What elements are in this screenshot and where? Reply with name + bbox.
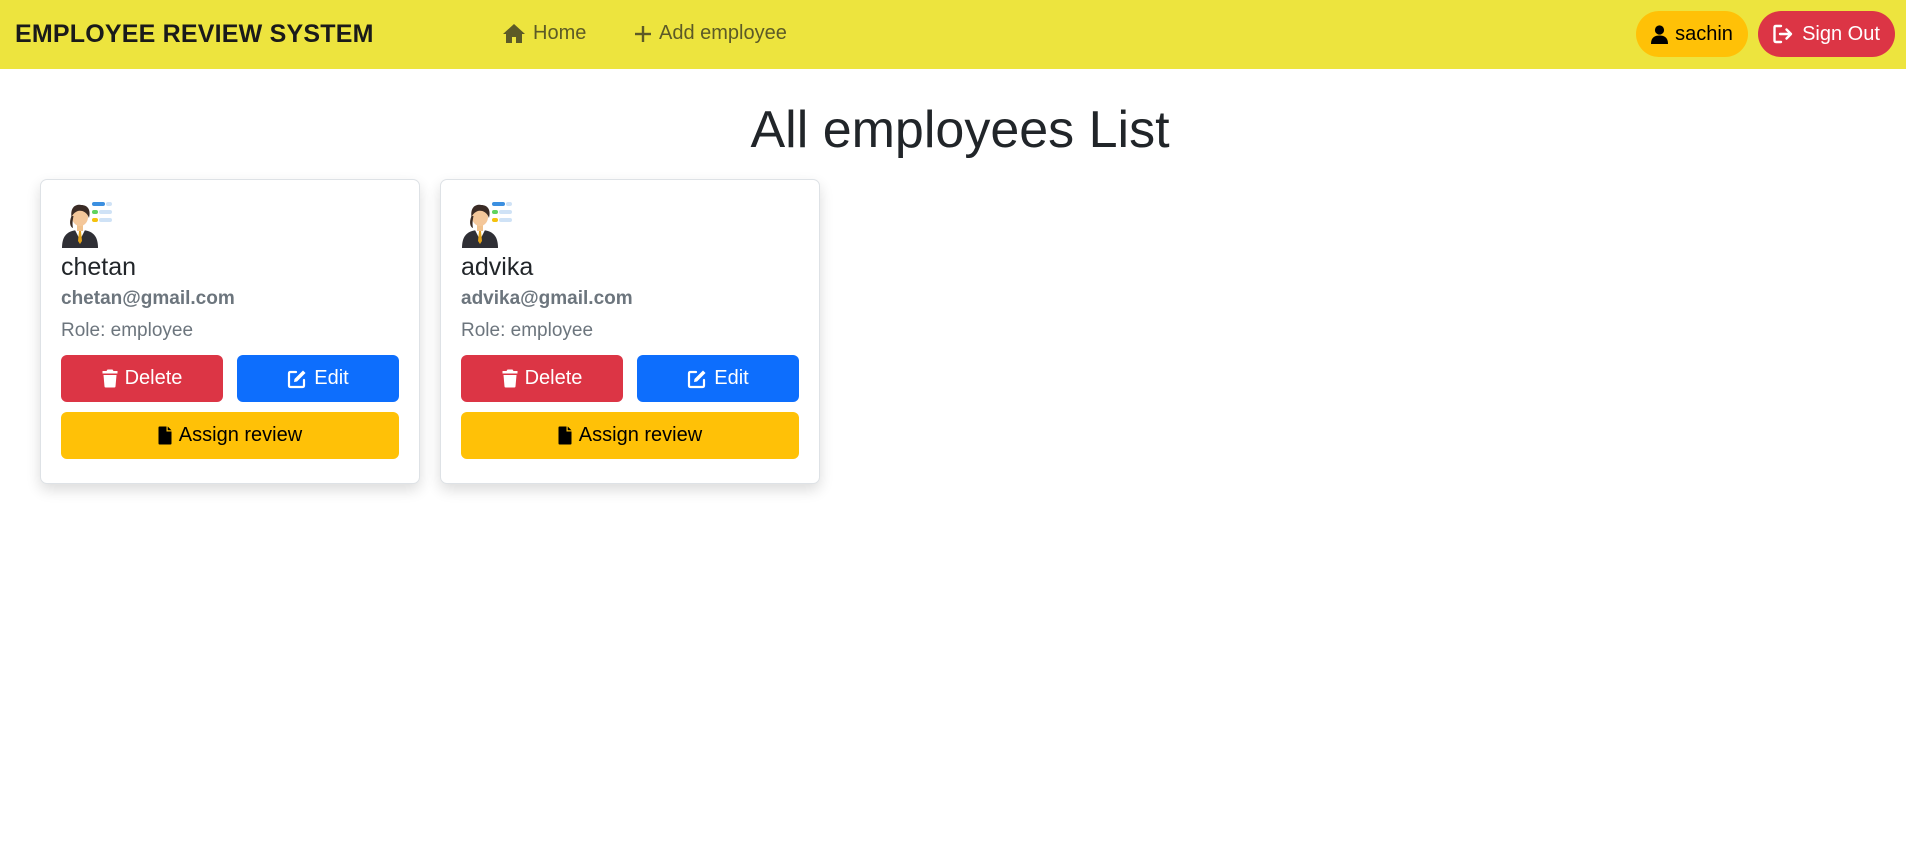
file-icon: [158, 426, 172, 445]
nav-add-employee-link[interactable]: Add employee: [634, 22, 787, 45]
employee-email: advika@gmail.com: [461, 288, 633, 309]
employee-name: chetan: [61, 253, 137, 281]
nav-home-label: Home: [533, 22, 587, 44]
employee-name: advika: [461, 253, 534, 281]
delete-button[interactable]: Delete: [61, 355, 223, 402]
trash-icon: [502, 369, 518, 388]
assign-review-label: Assign review: [178, 424, 303, 446]
user-name-label: sachin: [1675, 22, 1733, 45]
user-button[interactable]: sachin: [1636, 11, 1748, 57]
employee-card: chetan chetan@gmail.com Role: employee D…: [40, 179, 420, 484]
nav-add-employee-label: Add employee: [659, 22, 787, 44]
assign-review-label: Assign review: [578, 424, 703, 446]
edit-button[interactable]: Edit: [637, 355, 799, 402]
employee-card: advika advika@gmail.com Role: employee D…: [440, 179, 820, 484]
nav-home-link[interactable]: Home: [502, 22, 586, 45]
sign-out-button[interactable]: Sign Out: [1758, 11, 1895, 57]
edit-icon: [288, 370, 306, 388]
employee-avatar-icon: [62, 202, 112, 248]
assign-review-button[interactable]: Assign review: [461, 412, 799, 459]
plus-icon: [635, 25, 651, 42]
edit-button[interactable]: Edit: [237, 355, 399, 402]
home-icon: [503, 24, 525, 43]
edit-icon: [688, 370, 706, 388]
user-icon: [1651, 24, 1669, 44]
edit-label: Edit: [714, 367, 749, 389]
delete-label: Delete: [124, 367, 183, 389]
sign-out-label: Sign Out: [1802, 22, 1880, 45]
edit-label: Edit: [314, 367, 349, 389]
page-title: All employees List: [750, 101, 1170, 159]
employee-avatar-icon: [462, 202, 512, 248]
trash-icon: [102, 369, 118, 388]
file-icon: [558, 426, 572, 445]
assign-review-button[interactable]: Assign review: [61, 412, 399, 459]
brand-title[interactable]: EMPLOYEE REVIEW SYSTEM: [15, 20, 374, 49]
navbar: EMPLOYEE REVIEW SYSTEM Home Add employee…: [0, 0, 1906, 69]
employee-role: Role: employee: [461, 320, 594, 341]
sign-out-icon: [1773, 24, 1793, 44]
employee-email: chetan@gmail.com: [61, 288, 235, 309]
delete-button[interactable]: Delete: [461, 355, 623, 402]
delete-label: Delete: [524, 367, 583, 389]
employee-role: Role: employee: [61, 320, 194, 341]
